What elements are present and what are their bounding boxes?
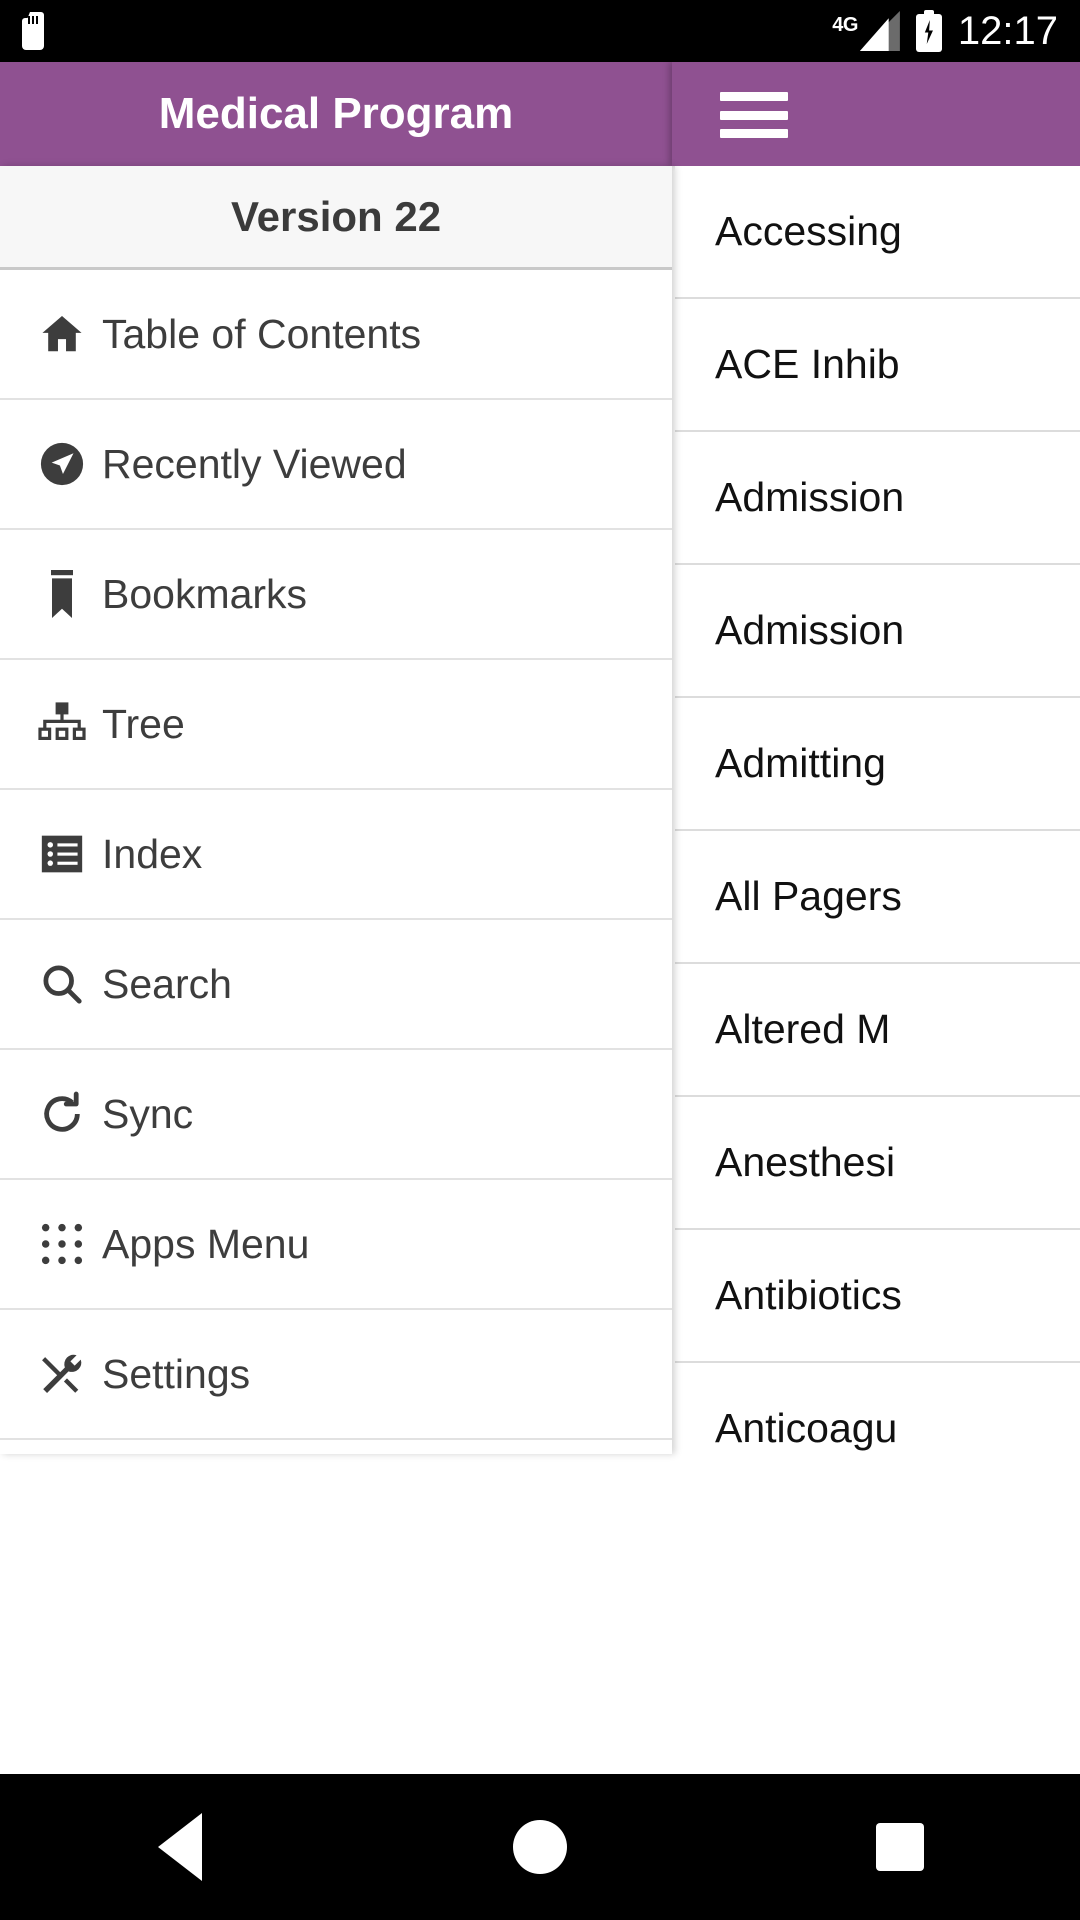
status-bar: 4G 12:17 <box>0 0 1080 62</box>
drawer-header: Version 22 <box>0 166 672 270</box>
content-list[interactable]: Accessing ACE Inhib Admission Admission Admi… <box>675 166 1080 1454</box>
navigation-drawer: Version 22 Table of Contents Recently Vie… <box>0 166 672 1454</box>
list-item[interactable]: Admitting <box>675 698 1080 831</box>
back-triangle-icon <box>158 1813 202 1881</box>
drawer-item-bookmarks[interactable]: Bookmarks <box>0 530 672 660</box>
app-bar-menu-area <box>672 62 1080 166</box>
list-item[interactable]: Accessing <box>675 166 1080 299</box>
drawer-item-sync[interactable]: Sync <box>0 1050 672 1180</box>
page-title: Medical Program <box>158 89 514 138</box>
drawer-item-label: Settings <box>102 1350 251 1397</box>
list-item-label: Admitting <box>715 740 886 786</box>
hamburger-menu-icon[interactable] <box>720 92 788 138</box>
home-circle-icon <box>513 1820 567 1874</box>
drawer-item-label: Search <box>102 960 232 1007</box>
list-item-label: Admission <box>715 474 905 520</box>
list-item[interactable]: Altered M <box>675 964 1080 1097</box>
home-icon <box>36 308 88 360</box>
sd-card-icon <box>22 12 44 50</box>
drawer-item-apps-menu[interactable]: Apps Menu <box>0 1180 672 1310</box>
system-navigation-bar <box>0 1774 1080 1920</box>
list-item[interactable]: Admission <box>675 565 1080 698</box>
list-item-label: ACE Inhib <box>715 341 900 387</box>
drawer-item-settings[interactable]: Settings <box>0 1310 672 1440</box>
list-item[interactable]: Anesthesi <box>675 1097 1080 1230</box>
list-item[interactable]: ACE Inhib <box>675 299 1080 432</box>
drawer-item-label: Recently Viewed <box>102 440 407 487</box>
location-arrow-icon <box>36 438 88 490</box>
list-item-label: All Pagers <box>715 873 902 919</box>
drawer-item-label: Bookmarks <box>102 570 308 617</box>
list-item[interactable]: Antibiotics <box>675 1230 1080 1363</box>
list-item-label: Accessing <box>715 208 902 254</box>
recents-button[interactable] <box>825 1774 975 1920</box>
refresh-icon <box>36 1088 88 1140</box>
list-item-label: Anesthesi <box>715 1139 896 1185</box>
bookmark-icon <box>36 568 88 620</box>
drawer-item-label: Tree <box>102 700 185 747</box>
app-bar: Medical Program <box>0 62 1080 166</box>
status-bar-left <box>22 12 44 50</box>
signal-bars-icon: 4G <box>832 11 900 51</box>
network-type-label: 4G <box>832 14 858 36</box>
list-item[interactable]: Admission <box>675 432 1080 565</box>
drawer-item-recently-viewed[interactable]: Recently Viewed <box>0 400 672 530</box>
recents-square-icon <box>876 1823 924 1871</box>
phone-screen: 4G 12:17 Medical Program Accessing ACE In… <box>0 0 1080 1920</box>
list-item-label: Anticoagu <box>715 1405 898 1451</box>
list-icon <box>36 828 88 880</box>
drawer-item-index[interactable]: Index <box>0 790 672 920</box>
list-item[interactable]: All Pagers <box>675 831 1080 964</box>
list-item[interactable]: Anticoagu <box>675 1363 1080 1454</box>
drawer-item-label: Sync <box>102 1090 194 1137</box>
drawer-item-search[interactable]: Search <box>0 920 672 1050</box>
back-button[interactable] <box>105 1774 255 1920</box>
search-icon <box>36 958 88 1010</box>
drawer-item-label: Index <box>102 830 203 877</box>
list-item-label: Admission <box>715 607 905 653</box>
drawer-item-table-of-contents[interactable]: Table of Contents <box>0 270 672 400</box>
drawer-item-label: Apps Menu <box>102 1220 310 1267</box>
list-item-label: Altered M <box>715 1006 891 1052</box>
drawer-item-label: Table of Contents <box>102 310 422 357</box>
grid-dots-icon <box>36 1218 88 1270</box>
sitemap-icon <box>36 698 88 750</box>
list-item-label: Antibiotics <box>715 1272 902 1318</box>
battery-charging-icon <box>915 10 942 52</box>
tools-icon <box>36 1348 88 1400</box>
drawer-item-tree[interactable]: Tree <box>0 660 672 790</box>
home-button[interactable] <box>465 1774 615 1920</box>
status-bar-right: 4G 12:17 <box>832 9 1058 54</box>
status-bar-clock: 12:17 <box>957 8 1058 53</box>
drawer-version-label: Version 22 <box>230 192 442 240</box>
